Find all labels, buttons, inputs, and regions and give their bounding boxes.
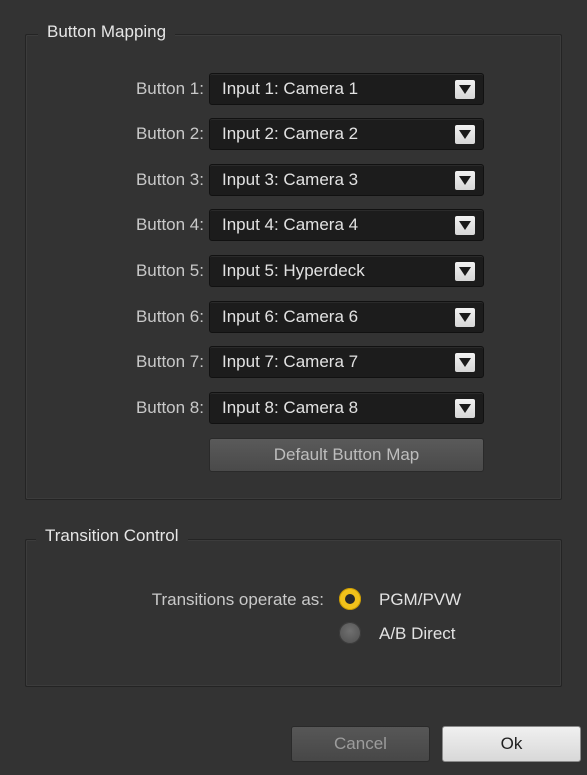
button-3-select[interactable]: Input 3: Camera 3 xyxy=(209,164,484,196)
chevron-down-icon xyxy=(455,216,475,235)
button-1-value: Input 1: Camera 1 xyxy=(222,79,359,98)
button-8-value: Input 8: Camera 8 xyxy=(222,398,359,417)
button-mapping-dialog: Button Mapping Button 1: Input 1: Camera… xyxy=(0,0,587,775)
transition-control-group xyxy=(25,539,562,687)
cancel-button[interactable]: Cancel xyxy=(291,726,430,762)
button-4-label: Button 4: xyxy=(135,215,204,234)
button-6-label: Button 6: xyxy=(135,307,204,326)
chevron-down-icon xyxy=(455,80,475,99)
chevron-down-icon xyxy=(455,353,475,372)
button-5-value: Input 5: Hyperdeck xyxy=(222,261,365,280)
radio-selected-dot xyxy=(345,594,355,604)
button-mapping-title: Button Mapping xyxy=(38,22,176,42)
button-5-label: Button 5: xyxy=(135,261,204,280)
chevron-down-icon xyxy=(455,125,475,144)
button-3-label: Button 3: xyxy=(135,170,204,189)
button-8-label: Button 8: xyxy=(135,398,204,417)
pgm-pvw-radio[interactable] xyxy=(339,588,361,610)
button-4-value: Input 4: Camera 4 xyxy=(222,215,359,234)
chevron-down-icon xyxy=(455,171,475,190)
transition-control-title: Transition Control xyxy=(36,526,188,546)
button-3-value: Input 3: Camera 3 xyxy=(222,170,359,189)
button-7-label: Button 7: xyxy=(135,352,204,371)
button-2-select[interactable]: Input 2: Camera 2 xyxy=(209,118,484,150)
button-4-select[interactable]: Input 4: Camera 4 xyxy=(209,209,484,241)
chevron-down-icon xyxy=(455,399,475,418)
chevron-down-icon xyxy=(455,262,475,281)
button-2-label: Button 2: xyxy=(135,124,204,143)
button-6-select[interactable]: Input 6: Camera 6 xyxy=(209,301,484,333)
ab-direct-label[interactable]: A/B Direct xyxy=(379,624,456,644)
button-2-value: Input 2: Camera 2 xyxy=(222,124,359,143)
ab-direct-radio[interactable] xyxy=(339,622,361,644)
button-8-select[interactable]: Input 8: Camera 8 xyxy=(209,392,484,424)
button-1-select[interactable]: Input 1: Camera 1 xyxy=(209,73,484,105)
button-7-select[interactable]: Input 7: Camera 7 xyxy=(209,346,484,378)
button-1-label: Button 1: xyxy=(135,79,204,98)
transitions-operate-label: Transitions operate as: xyxy=(151,590,324,609)
button-5-select[interactable]: Input 5: Hyperdeck xyxy=(209,255,484,287)
default-button-map-button[interactable]: Default Button Map xyxy=(209,438,484,472)
ok-button[interactable]: Ok xyxy=(442,726,581,762)
button-6-value: Input 6: Camera 6 xyxy=(222,307,359,326)
pgm-pvw-label[interactable]: PGM/PVW xyxy=(379,590,461,610)
chevron-down-icon xyxy=(455,308,475,327)
button-7-value: Input 7: Camera 7 xyxy=(222,352,359,371)
